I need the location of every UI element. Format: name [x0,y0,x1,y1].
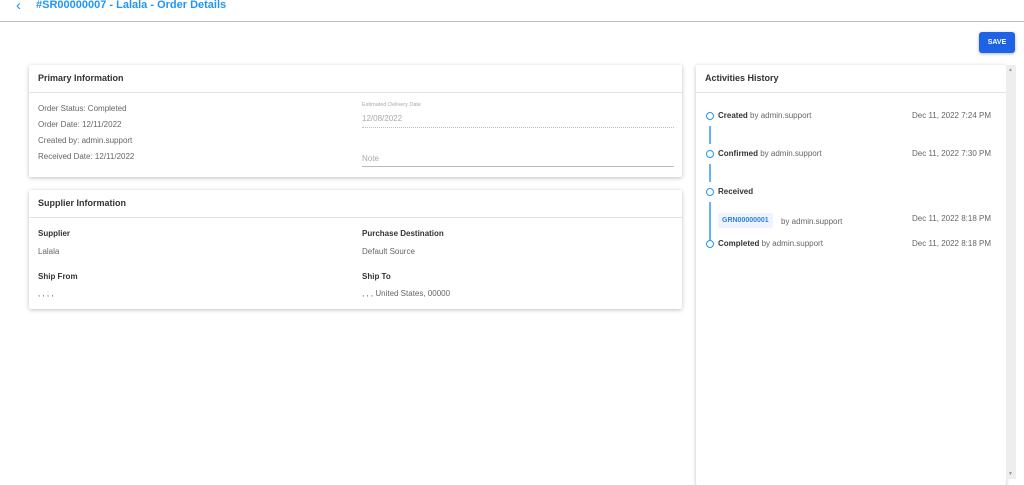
activity-user: by admin.support [761,239,823,248]
activity-user: by admin.support [760,149,822,158]
activity-action: Created [718,111,748,120]
activities-history-card: Activities History Created by admin.supp… [696,65,1006,485]
activity-action: Completed [718,239,760,248]
activity-item: Received [696,187,1006,199]
timeline-dot-icon [706,188,714,196]
timeline-connector [709,164,711,182]
created-by: Created by: admin.support [38,136,133,145]
note-input[interactable]: Note [362,149,674,167]
card-title: Activities History [696,65,1006,93]
received-date: Received Date: 12/11/2022 [38,152,135,161]
scrollbar[interactable]: ▲ ▼ [1006,65,1016,479]
ship-to-label: Ship To [362,272,391,281]
activity-time: Dec 11, 2022 8:18 PM [912,239,992,248]
supplier-value: Lalala [38,247,60,256]
order-status: Order Status: Completed [38,104,127,113]
supplier-information-card: Supplier Information Supplier Lalala Pur… [29,190,682,309]
card-title: Primary Information [29,65,682,93]
estimated-delivery-field: 12/08/2022 [362,111,674,128]
timeline-dot-icon [706,112,714,120]
back-chevron-icon[interactable]: ‹ [16,0,21,14]
activity-action: Confirmed [718,149,758,158]
activity-action: Received [718,187,754,196]
timeline-dot-icon [706,150,714,158]
note-placeholder: Note [362,154,379,163]
estimated-delivery-label: Estimated Delivery Date [362,102,421,108]
ship-from-value: , , , , [38,289,54,298]
activity-item: Created by admin.support Dec 11, 2022 7:… [696,111,1006,123]
save-button[interactable]: SAVE [979,32,1015,53]
card-title: Supplier Information [29,190,682,218]
page-title: #SR00000007 - Lalala - Order Details [36,0,227,11]
activity-time: Dec 11, 2022 7:30 PM [912,149,992,158]
top-bar: ‹ #SR00000007 - Lalala - Order Details [0,0,1024,22]
grn-time: Dec 11, 2022 8:18 PM [912,214,992,223]
grn-item: GRN00000001 by admin.support Dec 11, 202… [696,213,1006,229]
timeline-dot-icon [706,240,714,248]
activity-time: Dec 11, 2022 7:24 PM [912,111,992,120]
scroll-down-icon[interactable]: ▼ [1008,471,1013,477]
timeline-connector [709,126,711,144]
order-date: Order Date: 12/11/2022 [38,120,122,129]
grn-link[interactable]: GRN00000001 [718,213,773,228]
activity-item: Completed by admin.support Dec 11, 2022 … [696,239,1006,251]
primary-information-card: Primary Information Order Status: Comple… [29,65,682,177]
destination-value: Default Source [362,247,415,256]
scroll-up-icon[interactable]: ▲ [1008,67,1013,73]
destination-label: Purchase Destination [362,229,444,238]
activity-user: by admin.support [750,111,812,120]
ship-to-value: , , , United States, 00000 [362,289,451,298]
activity-item: Confirmed by admin.support Dec 11, 2022 … [696,149,1006,161]
ship-from-label: Ship From [38,272,78,281]
estimated-delivery-value: 12/08/2022 [362,114,403,123]
divider [7,21,1017,22]
grn-user: by admin.support [781,217,843,226]
supplier-label: Supplier [38,229,71,238]
